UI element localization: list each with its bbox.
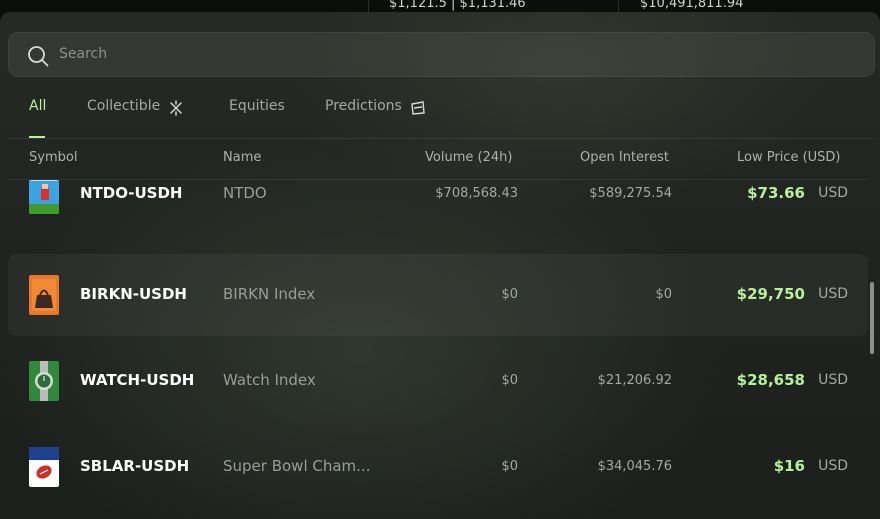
- row-currency: USD: [818, 372, 848, 388]
- tab-label: Equities: [229, 98, 285, 114]
- row-volume: $0: [501, 459, 518, 474]
- nintendo-thumb-icon: [29, 180, 59, 214]
- list-scrollbar[interactable]: [870, 282, 874, 354]
- table-header: Symbol Name Volume (24h) Open Interest L…: [0, 150, 880, 170]
- row-currency: USD: [818, 458, 848, 474]
- table-row[interactable]: SBLAR-USDH Super Bowl Cham... $0 $34,045…: [8, 426, 868, 508]
- row-low-price: $28,658: [736, 371, 805, 389]
- row-currency: USD: [818, 286, 848, 302]
- tab-predictions[interactable]: Predictions: [325, 98, 426, 138]
- tab-equities[interactable]: Equities: [229, 98, 285, 138]
- row-name: BIRKN Index: [223, 285, 316, 303]
- row-currency: USD: [818, 185, 848, 201]
- ticket-icon: [410, 98, 426, 120]
- market-search-panel: Search All Collectible Equities Predicti…: [0, 12, 880, 519]
- row-symbol: NTDO-USDH: [80, 184, 183, 202]
- row-low-price: $73.66: [747, 184, 805, 202]
- row-symbol: SBLAR-USDH: [80, 457, 190, 475]
- tab-label: Predictions: [325, 98, 402, 114]
- row-name: NTDO: [223, 184, 267, 202]
- column-header-low-price[interactable]: Low Price (USD): [737, 150, 841, 165]
- row-name: Watch Index: [223, 371, 316, 389]
- row-name: Super Bowl Cham...: [223, 457, 371, 475]
- football-thumb-icon: [29, 447, 59, 487]
- row-open-interest: $0: [655, 287, 672, 302]
- column-header-open-interest[interactable]: Open Interest: [580, 150, 669, 165]
- row-open-interest: $589,275.54: [589, 186, 672, 201]
- table-row[interactable]: NTDO-USDH NTDO $708,568.43 $589,275.54 $…: [8, 180, 868, 235]
- column-header-volume[interactable]: Volume (24h): [425, 150, 512, 165]
- sparkle-icon: [168, 98, 184, 120]
- watch-thumb-icon: [29, 361, 59, 401]
- market-list: NTDO-USDH NTDO $708,568.43 $589,275.54 $…: [0, 180, 868, 519]
- row-low-price: $29,750: [736, 285, 805, 303]
- row-volume: $0: [501, 287, 518, 302]
- row-volume: $708,568.43: [435, 186, 518, 201]
- tabs-divider: [8, 138, 875, 139]
- table-row[interactable]: BIRKN-USDH BIRKN Index $0 $0 $29,750 USD: [8, 254, 868, 336]
- tab-collectible[interactable]: Collectible: [87, 98, 184, 138]
- category-tabs: All Collectible Equities Predictions: [0, 98, 880, 138]
- row-volume: $0: [501, 373, 518, 388]
- column-header-symbol[interactable]: Symbol: [29, 150, 77, 165]
- handbag-thumb-icon: [29, 275, 59, 315]
- row-open-interest: $21,206.92: [597, 373, 672, 388]
- row-open-interest: $34,045.76: [597, 459, 672, 474]
- row-symbol: BIRKN-USDH: [80, 285, 187, 303]
- top-strip-right-value: $10,491,811.94: [640, 0, 744, 11]
- search-input[interactable]: Search: [8, 32, 875, 77]
- top-strip-left-value: $1,121.5 | $1,131.46: [389, 0, 526, 11]
- table-row[interactable]: WATCH-USDH Watch Index $0 $21,206.92 $28…: [8, 340, 868, 422]
- tab-label: Collectible: [87, 98, 161, 114]
- column-header-name[interactable]: Name: [223, 150, 261, 165]
- search-placeholder: Search: [59, 46, 108, 62]
- row-symbol: WATCH-USDH: [80, 371, 195, 389]
- row-low-price: $16: [773, 457, 805, 475]
- search-icon: [27, 45, 49, 67]
- tab-label: All: [29, 98, 47, 114]
- tab-all[interactable]: All: [29, 98, 46, 138]
